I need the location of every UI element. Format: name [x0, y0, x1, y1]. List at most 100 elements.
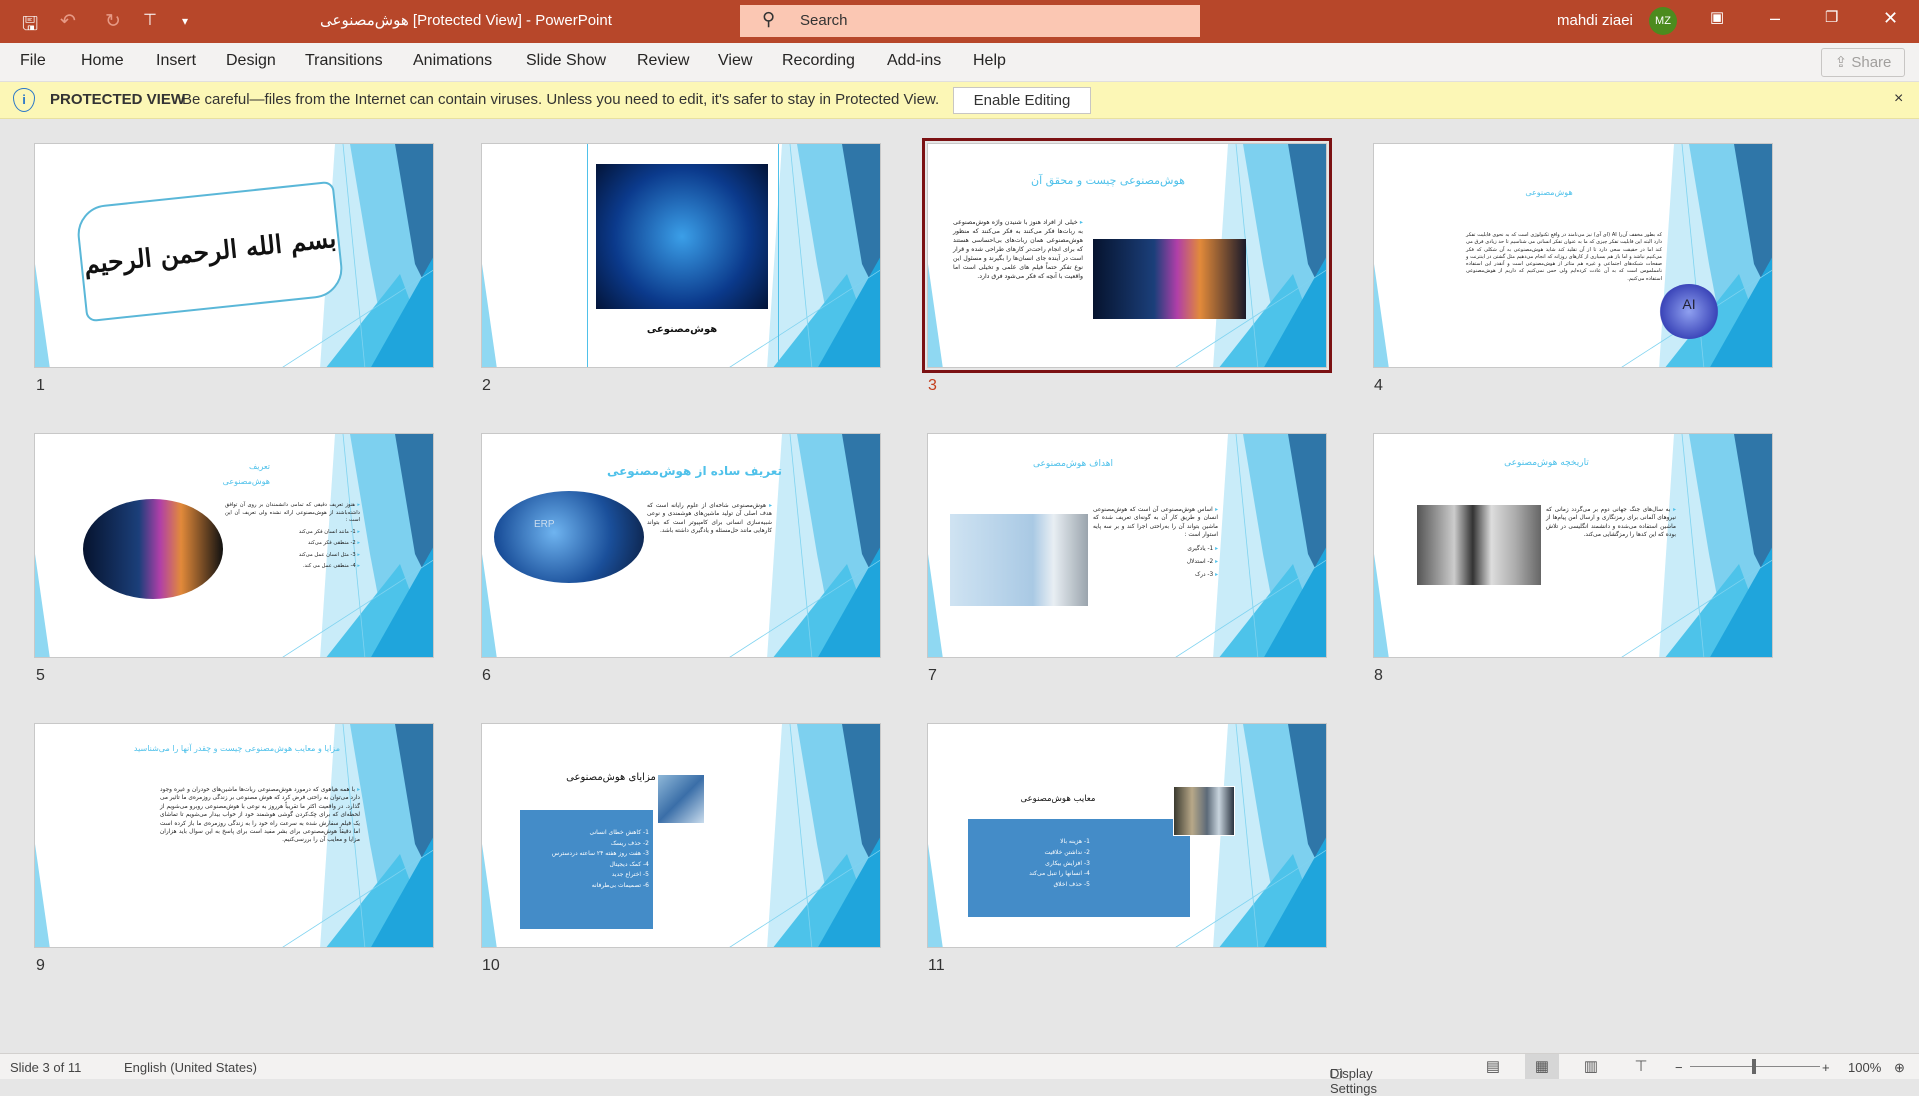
- slide-thumbnail-4[interactable]: هوش‌مصنوعی که بطور مخفف آن‌را AI (ای آی)…: [1373, 143, 1773, 368]
- slide-title: هوش‌مصنوعی چیست و محقق آن: [1031, 174, 1185, 187]
- minimize-icon[interactable]: –: [1770, 8, 1780, 29]
- slide-title: معایب هوش‌مصنوعی: [1020, 794, 1096, 804]
- restore-icon[interactable]: ❐: [1825, 8, 1838, 26]
- share-icon: ⇪: [1834, 54, 1852, 71]
- redo-icon[interactable]: ↻: [105, 10, 121, 33]
- bullet-item: 3- مثل انسان عمل می‌کند: [225, 552, 360, 560]
- slide-thumbnail-10[interactable]: مزایای هوش‌مصنوعی 1- کاهش خطای انسانی 2-…: [481, 723, 881, 948]
- fit-to-window-icon[interactable]: ⊕: [1894, 1060, 1905, 1076]
- share-label: Share: [1851, 54, 1892, 71]
- undo-icon[interactable]: ↶: [60, 10, 76, 33]
- slide-thumbnail-1[interactable]: بسم الله الرحمن الرحیم: [34, 143, 434, 368]
- bullet-item: 4- کمک دیجیتال: [609, 860, 649, 868]
- tab-view[interactable]: View: [718, 52, 752, 70]
- customize-toolbar-icon[interactable]: ▾: [182, 14, 188, 28]
- divider-line: [778, 144, 779, 367]
- zoom-slider-thumb[interactable]: [1752, 1059, 1756, 1074]
- brain-hand-image: [83, 499, 223, 599]
- advantages-box: 1- کاهش خطای انسانی 2- حذف ریسک 3- هفت ر…: [520, 810, 653, 929]
- search-icon: ⚲: [762, 9, 776, 29]
- tab-insert[interactable]: Insert: [156, 52, 196, 70]
- bullet-item: 2- منطقی فکر می‌کند: [225, 540, 360, 548]
- present-icon[interactable]: ⊤: [143, 10, 157, 30]
- slideshow-view-icon[interactable]: ⊤: [1624, 1054, 1658, 1079]
- language-indicator[interactable]: English (United States): [124, 1060, 257, 1075]
- tab-slide-show[interactable]: Slide Show: [526, 52, 606, 70]
- tab-review[interactable]: Review: [637, 52, 689, 70]
- bullet-item: 1- مانند انسان فکر می‌کند: [225, 529, 360, 537]
- slide-number: 8: [1374, 667, 1383, 684]
- slide-number: 7: [928, 667, 937, 684]
- slide-body: هنوز تعریف دقیقی که تمامی دانشمندان بر ر…: [225, 502, 360, 571]
- slide-number: 9: [36, 957, 45, 974]
- slide-counter: Slide 3 of 11: [10, 1060, 82, 1075]
- search-placeholder: Search: [800, 12, 848, 29]
- slide-number: 5: [36, 667, 45, 684]
- enable-editing-button[interactable]: Enable Editing: [953, 87, 1091, 114]
- protected-view-bar: i PROTECTED VIEW Be careful—files from t…: [0, 82, 1919, 119]
- tab-home[interactable]: Home: [81, 52, 124, 70]
- slide-number: 3: [928, 377, 937, 394]
- slide-thumbnail-6[interactable]: تعریف ساده از هوش‌مصنوعی ERP هوش‌مصنوعی …: [481, 433, 881, 658]
- user-name[interactable]: mahdi ziaei: [1557, 12, 1633, 29]
- robot-hand-image: [657, 774, 705, 824]
- slide-thumbnail-7[interactable]: اهداف هوش‌مصنوعی اساس هوش‌مصنوعی آن است …: [927, 433, 1327, 658]
- tab-animations[interactable]: Animations: [413, 52, 492, 70]
- body-text: خیلی از افراد هنوز با شنیدن واژه هوش‌مصن…: [953, 219, 1083, 280]
- slide-number: 2: [482, 377, 491, 394]
- share-button[interactable]: ⇪ Share: [1821, 48, 1905, 77]
- slide-title-line2: هوش‌مصنوعی: [222, 477, 270, 486]
- zoom-in-icon[interactable]: +: [1822, 1060, 1830, 1075]
- slide-number: 11: [928, 957, 945, 974]
- slide-sorter-icon[interactable]: ▦: [1525, 1054, 1559, 1079]
- close-icon[interactable]: ✕: [1883, 8, 1898, 29]
- slide-body: خیلی از افراد هنوز با شنیدن واژه هوش‌مصن…: [953, 219, 1083, 282]
- tab-recording[interactable]: Recording: [782, 52, 855, 70]
- protected-view-message: Be careful—files from the Internet can c…: [182, 91, 940, 108]
- disadvantages-box: 1- هزینه بالا 2- نداشتن خلاقیت 3- افزایش…: [968, 819, 1190, 917]
- slide-number: 1: [36, 377, 45, 394]
- bullet-item: 4- منطقی عمل می کند.: [225, 563, 360, 571]
- slide-thumbnail-2[interactable]: هوش‌مصنوعی: [481, 143, 881, 368]
- slide-thumbnail-11[interactable]: معایب هوش‌مصنوعی 1- هزینه بالا 2- نداشتن…: [927, 723, 1327, 948]
- tab-design[interactable]: Design: [226, 52, 276, 70]
- slide-thumbnail-8[interactable]: تاریخچه هوش‌مصنوعی به سال‌های جنگ جهانی …: [1373, 433, 1773, 658]
- reading-view-icon[interactable]: ▥: [1574, 1054, 1608, 1079]
- bullet-item: 1- هزینه بالا: [1060, 838, 1090, 845]
- bullet-item: 2- نداشتن خلاقیت: [1044, 848, 1090, 856]
- search-box[interactable]: ⚲ Search: [740, 5, 1200, 37]
- circuit-brain-image: [596, 164, 768, 309]
- tab-add-ins[interactable]: Add-ins: [887, 52, 941, 70]
- avatar[interactable]: MZ: [1649, 7, 1677, 35]
- slide-thumbnail-9[interactable]: مزایا و معایب هوش‌مصنوعی چیست و چقدر آنه…: [34, 723, 434, 948]
- bullet-item: 3- درک: [1093, 571, 1218, 579]
- tab-transitions[interactable]: Transitions: [305, 52, 383, 70]
- slide-body: هوش‌مصنوعی شاخه‌ای از علوم رایانه است که…: [647, 502, 772, 536]
- bullet-item: 4- انسانها را تنبل می‌کند: [1029, 870, 1090, 878]
- info-shield-icon: i: [13, 88, 35, 112]
- slide-caption: هوش‌مصنوعی: [646, 324, 718, 335]
- body-text: هوش‌مصنوعی شاخه‌ای از علوم رایانه است که…: [647, 503, 772, 534]
- slide-thumbnail-3[interactable]: هوش‌مصنوعی چیست و محقق آن خیلی از افراد …: [922, 138, 1332, 373]
- bullet-item: 3- هفت روز هفته ۲۴ ساعته دردسترس: [551, 850, 649, 857]
- body-text: هنوز تعریف دقیقی که تمامی دانشمندان بر ر…: [225, 502, 360, 525]
- zoom-out-icon[interactable]: −: [1675, 1060, 1683, 1075]
- save-icon[interactable]: 🖫: [22, 10, 38, 42]
- two-heads-brain-image: [1417, 505, 1541, 585]
- slide-title: تعریف ساده از هوش‌مصنوعی: [606, 464, 782, 478]
- tab-help[interactable]: Help: [973, 52, 1006, 70]
- bullet-item: 2- حذف ریسک: [610, 839, 649, 847]
- display-settings-label: Display Settings: [1330, 1066, 1377, 1096]
- erp-label: ERP: [534, 519, 555, 530]
- brain-hand-image: [1093, 239, 1246, 319]
- body-text: اساس هوش‌مصنوعی آن است که هوش‌مصنوعی انس…: [1093, 506, 1218, 540]
- normal-view-icon[interactable]: ▤: [1476, 1054, 1510, 1079]
- tab-file[interactable]: File: [20, 52, 46, 70]
- erp-robot-image: ERP: [494, 491, 644, 583]
- bullet-item: 2- استدلال: [1093, 558, 1218, 566]
- slide-thumbnail-5[interactable]: تعریف هوش‌مصنوعی هنوز تعریف دقیقی که تما…: [34, 433, 434, 658]
- skull-robot-image: [1173, 786, 1235, 836]
- close-bar-icon[interactable]: ×: [1894, 90, 1903, 108]
- zoom-level[interactable]: 100%: [1848, 1060, 1881, 1075]
- ribbon-display-icon[interactable]: ▣: [1710, 8, 1724, 26]
